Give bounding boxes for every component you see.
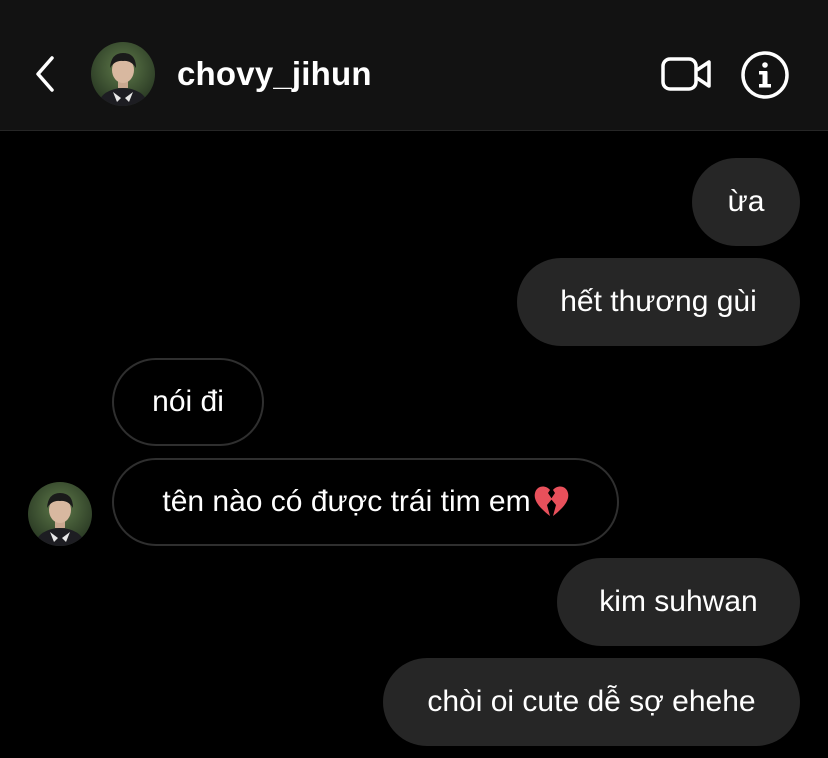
avatar[interactable] [91, 42, 155, 106]
chat-header: chovy_jihun [0, 0, 828, 131]
message-bubble-received[interactable]: tên nào có được trái tim em [112, 458, 619, 546]
info-icon[interactable] [740, 50, 790, 100]
message-bubble-received[interactable]: nói đi [112, 358, 264, 446]
message-text: nói đi [152, 385, 224, 418]
avatar[interactable] [28, 482, 92, 546]
message-text: hết thương gùi [560, 285, 757, 318]
chevron-left-icon[interactable] [30, 54, 60, 94]
chat-username[interactable]: chovy_jihun [177, 54, 372, 94]
video-camera-icon[interactable] [660, 52, 712, 96]
message-text: tên nào có được trái tim em [162, 485, 531, 518]
broken-heart-icon [534, 486, 568, 516]
message-bubble-sent[interactable]: ừa [692, 158, 800, 246]
message-text: ừa [727, 185, 765, 218]
message-text: kim suhwan [599, 585, 758, 618]
message-text: chòi oi cute dễ sợ ehehe [427, 685, 756, 718]
message-bubble-sent[interactable]: kim suhwan [557, 558, 800, 646]
message-bubble-sent[interactable]: hết thương gùi [517, 258, 800, 346]
message-bubble-sent[interactable]: chòi oi cute dễ sợ ehehe [383, 658, 800, 746]
